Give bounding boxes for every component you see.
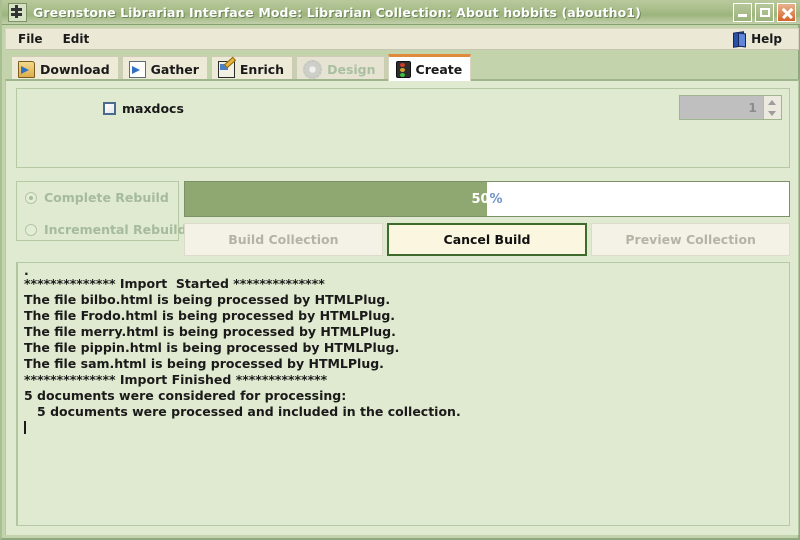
maxdocs-checkbox[interactable] <box>103 102 116 115</box>
help-book-icon <box>733 32 746 46</box>
traffic-light-icon <box>395 60 411 78</box>
tab-enrich-label: Enrich <box>239 61 285 77</box>
build-progress-bar: 50% <box>184 181 790 217</box>
build-options-panel: maxdocs 1 <box>16 88 790 168</box>
gear-icon <box>303 59 323 79</box>
folder-download-icon <box>18 60 35 78</box>
log-line: The file merry.html is being processed b… <box>24 324 396 339</box>
tab-download[interactable]: Download <box>11 56 119 81</box>
maxdocs-spinner: 1 <box>679 95 782 120</box>
chevron-down-icon <box>764 108 781 120</box>
radio-complete-rebuild: Complete Rebuild <box>25 190 178 205</box>
build-progress-text: 50% <box>185 182 789 216</box>
log-line: The file Frodo.html is being processed b… <box>24 308 396 323</box>
tab-create[interactable]: Create <box>387 54 472 81</box>
tab-enrich[interactable]: Enrich <box>210 56 294 81</box>
maxdocs-spinner-value: 1 <box>748 100 757 115</box>
log-line: 5 documents were considered for processi… <box>24 388 347 403</box>
build-collection-button: Build Collection <box>184 223 383 256</box>
log-line: The file bilbo.html is being processed b… <box>24 292 391 307</box>
menu-item-file[interactable]: File <box>10 30 51 48</box>
maxdocs-label: maxdocs <box>122 101 184 116</box>
chevron-up-icon <box>764 96 781 108</box>
tab-design-label: Design <box>327 61 376 77</box>
tab-gather-label: Gather <box>150 61 199 77</box>
radio-incremental-rebuild-indicator <box>25 223 37 236</box>
menu-item-edit[interactable]: Edit <box>55 30 98 48</box>
create-panel: maxdocs 1 Complete Rebuild Incremental R… <box>5 79 799 535</box>
tab-bar: Download Gather Enrich Design Create <box>5 52 799 81</box>
log-line: . <box>24 263 29 278</box>
preview-collection-button: Preview Collection <box>591 223 791 256</box>
greenstone-logo-icon <box>8 2 27 22</box>
maxdocs-option[interactable]: maxdocs <box>103 101 184 116</box>
build-progress-number: 50 <box>471 191 490 207</box>
rebuild-mode-group: Complete Rebuild Incremental Rebuild <box>16 181 187 241</box>
application-window: Greenstone Librarian Interface Mode: Lib… <box>0 0 800 540</box>
close-button[interactable] <box>777 2 796 22</box>
tab-create-label: Create <box>415 61 463 77</box>
minimize-button[interactable] <box>733 2 752 22</box>
maximize-button[interactable] <box>755 2 774 22</box>
log-line: The file pippin.html is being processed … <box>24 340 400 355</box>
minimize-icon <box>738 13 747 17</box>
log-line: ************** Import Finished *********… <box>24 372 328 387</box>
maximize-icon <box>760 7 770 17</box>
menu-item-help[interactable]: Help <box>751 30 790 48</box>
log-line: ************** Import Started **********… <box>24 276 325 291</box>
page-pencil-icon <box>217 60 235 78</box>
title-bar: Greenstone Librarian Interface Mode: Lib… <box>2 0 800 25</box>
maxdocs-spinner-arrows <box>763 96 781 119</box>
menu-help-group[interactable]: Help <box>733 30 798 48</box>
radio-complete-rebuild-label: Complete Rebuild <box>44 190 169 205</box>
tab-download-label: Download <box>40 61 110 77</box>
build-button-row: Build Collection Cancel Build Preview Co… <box>184 223 791 256</box>
tab-design: Design <box>296 56 385 81</box>
window-title: Greenstone Librarian Interface Mode: Lib… <box>33 4 641 20</box>
log-line: The file sam.html is being processed by … <box>24 356 384 371</box>
menu-bar: File Edit Help <box>5 28 799 50</box>
radio-incremental-rebuild-label: Incremental Rebuild <box>44 222 187 237</box>
radio-complete-rebuild-indicator <box>25 191 37 204</box>
page-arrow-icon <box>128 60 146 78</box>
build-progress-percent-symbol: % <box>489 191 503 207</box>
window-controls <box>733 2 799 22</box>
log-line: 5 documents were processed and included … <box>24 404 461 419</box>
log-caret <box>24 420 789 436</box>
radio-incremental-rebuild: Incremental Rebuild <box>25 222 187 237</box>
cancel-build-button[interactable]: Cancel Build <box>386 223 588 256</box>
build-log-output[interactable]: . ************** Import Started *********… <box>16 262 790 526</box>
tab-gather[interactable]: Gather <box>121 56 208 81</box>
